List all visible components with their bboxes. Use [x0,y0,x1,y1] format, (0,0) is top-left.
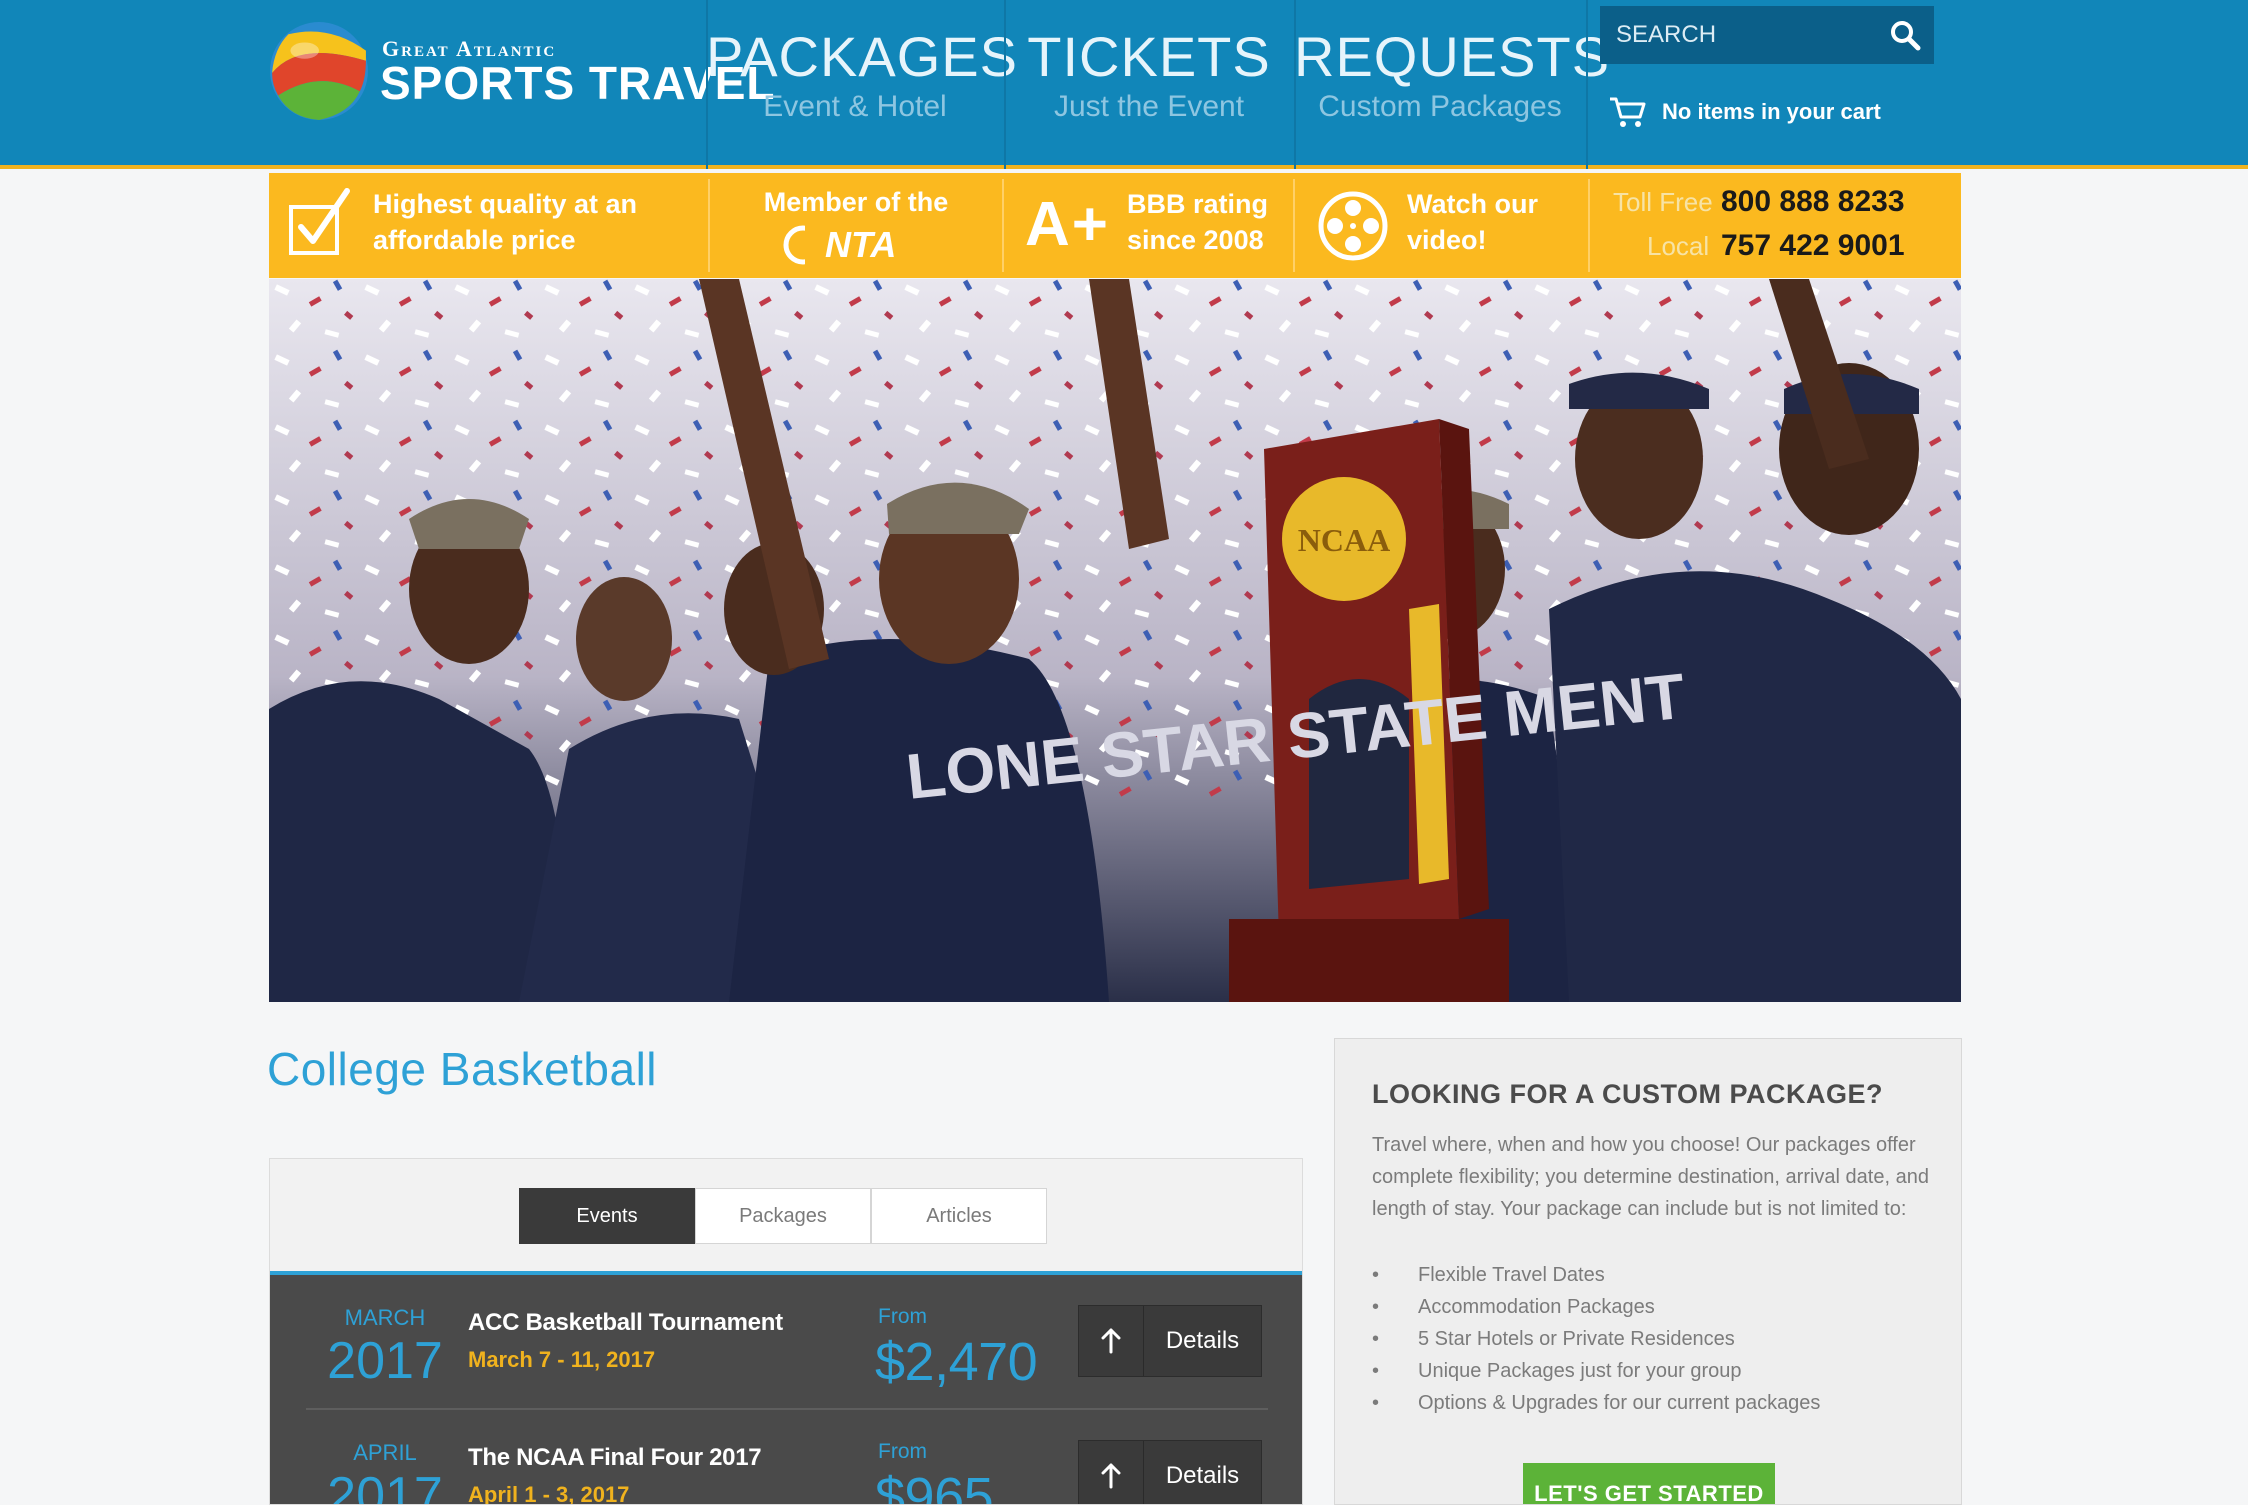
nav-requests-subtitle: Custom Packages [1318,90,1562,123]
nta-circle-icon [783,225,823,265]
info-divider [1002,179,1004,272]
custom-package-features: Flexible Travel Dates Accommodation Pack… [1372,1259,1820,1419]
details-button[interactable]: Details [1078,1305,1262,1377]
event-date: April 1 - 3, 2017 [468,1482,630,1505]
event-month: MARCH [344,1305,426,1330]
nav-requests-title: REQUESTS [1294,25,1611,88]
page-title: College Basketball [267,1043,658,1095]
event-month: APRIL [353,1440,417,1465]
quality-text: Highest quality at an affordable price [373,189,638,255]
details-button-label: Details [1165,1462,1240,1489]
get-started-button[interactable]: LET'S GET STARTED [1523,1463,1775,1504]
cart-label: No items in your cart [1662,99,1881,124]
cart-icon [1610,97,1646,127]
nta-text: NTA [825,224,897,265]
toll-free-label: Toll Free [1613,187,1713,217]
nav-requests[interactable]: REQUESTS Custom Packages [1294,25,1611,145]
content-tabs: Events Packages Articles [519,1188,1047,1244]
bbb-grade: A+ [1025,190,1110,259]
globe-logo-icon [270,22,368,120]
nav-tickets[interactable]: TICKETS Just the Event [1004,25,1294,145]
trophy-text: NCAA [1298,522,1390,558]
event-price: $965 [875,1467,994,1505]
nta-logo[interactable]: NTA [783,224,897,265]
film-reel-icon[interactable] [1317,190,1389,262]
list-item: Flexible Travel Dates [1372,1259,1820,1291]
local-label: Local [1647,231,1710,261]
tab-packages[interactable]: Packages [695,1188,871,1244]
info-divider [1588,179,1590,272]
info-bar: Highest quality at an affordable price M… [269,173,1961,278]
details-button[interactable]: Details [1078,1440,1262,1504]
tab-events[interactable]: Events [519,1188,695,1244]
bbb-text: BBB rating since 2008 [1127,189,1268,255]
event-year: 2017 [327,1332,443,1390]
nav-tickets-subtitle: Just the Event [1053,90,1245,123]
event-row: MARCH 2017 ACC Basketball Tournament Mar… [270,1275,1302,1410]
events-panel: Events Packages Articles MARCH 2017 ACC … [269,1158,1303,1505]
details-button-label: Details [1165,1327,1240,1354]
nav-divider [1586,0,1588,169]
event-year: 2017 [327,1467,443,1505]
event-date: March 7 - 11, 2017 [468,1347,656,1372]
site-header: Great Atlantic SPORTS TRAVEL PACKAGES Ev… [0,0,2248,169]
site-logo[interactable]: Great Atlantic SPORTS TRAVEL [268,20,775,125]
nav-packages[interactable]: PACKAGES Event & Hotel [706,25,1018,145]
arrow-up-icon [1079,1441,1144,1504]
watch-video-link[interactable]: Watch our video! [1407,186,1557,258]
nav-packages-title: PACKAGES [706,25,1018,88]
custom-package-description: Travel where, when and how you choose! O… [1372,1134,1929,1220]
event-from-label: From [878,1305,927,1328]
search-input[interactable] [1614,15,1878,55]
hero-image: NCAA LONE STAR STATE MENT [269,279,1961,1002]
info-divider [1293,179,1295,272]
arrow-up-icon [1079,1306,1144,1376]
local-number[interactable]: 757 422 9001 [1721,229,1905,263]
tab-articles[interactable]: Articles [871,1188,1047,1244]
nav-tickets-title: TICKETS [1027,25,1271,88]
events-list: MARCH 2017 ACC Basketball Tournament Mar… [270,1271,1302,1505]
list-item: 5 Star Hotels or Private Residences [1372,1323,1820,1355]
event-title[interactable]: The NCAA Final Four 2017 [468,1444,762,1472]
member-text: Member of the [763,187,949,217]
event-price: $2,470 [875,1332,1038,1392]
event-row: APRIL 2017 The NCAA Final Four 2017 Apri… [270,1410,1302,1505]
custom-package-title: LOOKING FOR A CUSTOM PACKAGE? [1372,1079,1883,1109]
nav-packages-subtitle: Event & Hotel [763,90,947,123]
cart-link[interactable]: No items in your cart [1608,94,1881,130]
toll-free-number[interactable]: 800 888 8233 [1721,185,1905,219]
celebration-photo: NCAA LONE STAR STATE MENT [269,279,1961,1002]
search-box [1600,6,1934,64]
checkmark-icon [289,188,350,255]
custom-package-panel: LOOKING FOR A CUSTOM PACKAGE? Travel whe… [1334,1038,1962,1505]
search-icon[interactable] [1888,18,1922,52]
event-from-label: From [878,1440,927,1463]
event-title[interactable]: ACC Basketball Tournament [468,1309,783,1337]
list-item: Accommodation Packages [1372,1291,1820,1323]
list-item: Options & Upgrades for our current packa… [1372,1387,1820,1419]
list-item: Unique Packages just for your group [1372,1355,1820,1387]
